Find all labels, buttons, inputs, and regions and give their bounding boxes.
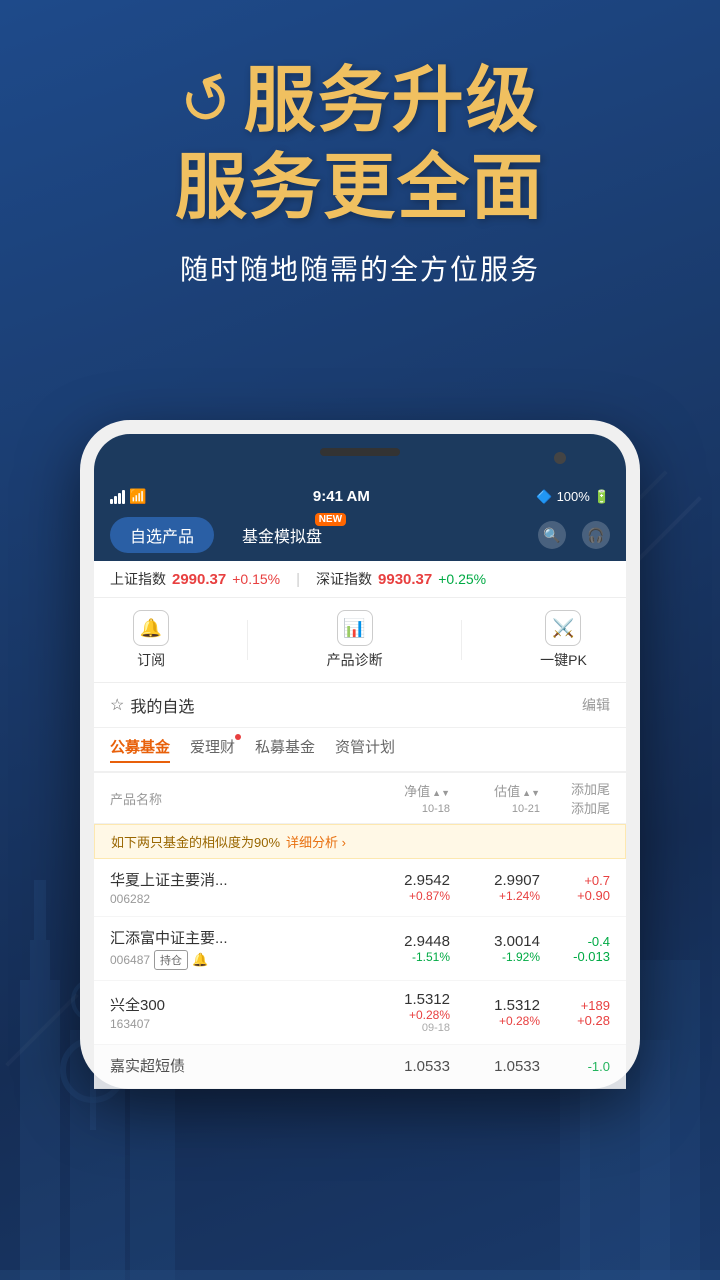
- watchlist-title: 我的自选: [130, 693, 194, 717]
- fund-code-3: 163407: [110, 1017, 150, 1031]
- pk-label: 一键PK: [540, 650, 587, 670]
- fund-row-1[interactable]: 华夏上证主要消... 006282 2.9542 +0.87% 2.9907 +…: [94, 859, 626, 917]
- hero-subtitle: 随时随地随需的全方位服务: [40, 248, 680, 288]
- fund-est-2: 3.0014 -1.92%: [450, 933, 540, 964]
- ticker-bar: 上证指数 2990.37 +0.15% | 深证指数 9930.37 +0.25…: [94, 561, 626, 598]
- hero-section: ↻ 服务升级 服务更全面 随时随地随需的全方位服务: [0, 60, 720, 288]
- wifi-icon: 📶: [129, 488, 146, 505]
- phone-mockup: 📶 9:41 AM 🔷 100% 🔋 自选产品 基金模拟盘 NEW 🔍 🎧: [80, 420, 640, 1089]
- cat-tab-simu[interactable]: 私募基金: [255, 736, 315, 763]
- col-nav-header: 净值▲▼ 10-18: [360, 781, 450, 815]
- alert-text: 如下两只基金的相似度为90%: [111, 832, 280, 851]
- fund-badge-2: 持仓: [154, 950, 188, 970]
- fund-code-2: 006487: [110, 953, 150, 967]
- sz-index-name: 深证指数: [316, 569, 372, 589]
- signal-icon: [110, 490, 125, 504]
- fund-action-1: +0.7 +0.90: [540, 873, 610, 903]
- fund-info-3: 兴全300 163407: [110, 994, 360, 1031]
- alert-link[interactable]: 详细分析 ›: [286, 832, 346, 851]
- fund-info-1: 华夏上证主要消... 006282: [110, 869, 360, 906]
- subscribe-label: 订阅: [137, 650, 165, 670]
- fund-code-1: 006282: [110, 892, 150, 906]
- fund-est-3: 1.5312 +0.28%: [450, 997, 540, 1028]
- battery-text: 100%: [557, 489, 590, 504]
- sz-index-value: 9930.37: [378, 571, 432, 588]
- fund-action-2: -0.4 -0.013: [540, 934, 610, 964]
- cat-tab-ailicai[interactable]: 爱理财: [190, 736, 235, 763]
- fund-action-3: +189 +0.28: [540, 998, 610, 1028]
- tab-fund-sim-label: 基金模拟盘: [242, 529, 322, 546]
- subscribe-icon: 🔔: [133, 610, 169, 646]
- sh-index-value: 2990.37: [172, 571, 226, 588]
- tab-fund-sim[interactable]: 基金模拟盘 NEW: [222, 517, 342, 553]
- search-icon[interactable]: 🔍: [538, 521, 566, 549]
- phone-speaker: [320, 448, 400, 456]
- cat-dot: [235, 734, 241, 740]
- fund-est-4: 1.0533: [450, 1058, 540, 1075]
- cat-tab-gongmu[interactable]: 公募基金: [110, 736, 170, 763]
- watchlist-header: ☆ 我的自选 编辑: [94, 683, 626, 728]
- hero-title-line1: 服务升级: [244, 60, 540, 143]
- action-divider-2: [461, 620, 462, 660]
- action-row: 🔔 订阅 📊 产品诊断 ⚔️ 一键PK: [94, 598, 626, 683]
- cat-tab-ziguan[interactable]: 资管计划: [335, 736, 395, 763]
- fund-name-4: 嘉实超短债: [110, 1055, 360, 1076]
- fund-nav-4: 1.0533: [360, 1058, 450, 1075]
- fund-nav-1: 2.9542 +0.87%: [360, 872, 450, 903]
- action-divider-1: [247, 620, 248, 660]
- fund-name-3: 兴全300: [110, 994, 360, 1015]
- fund-info-4: 嘉实超短债: [110, 1055, 360, 1078]
- tab-watchlist[interactable]: 自选产品: [110, 517, 214, 553]
- ticker-divider: |: [296, 571, 300, 588]
- col-est-header: 估值▲▼ 10-21: [450, 781, 540, 815]
- fund-est-1: 2.9907 +1.24%: [450, 872, 540, 903]
- sh-index-change: +0.15%: [232, 571, 280, 587]
- pk-icon: ⚔️: [545, 610, 581, 646]
- status-bar: 📶 9:41 AM 🔷 100% 🔋: [94, 484, 626, 509]
- fund-nav-2: 2.9448 -1.51%: [360, 933, 450, 964]
- fund-action-4: -1.0: [540, 1059, 610, 1074]
- phone-camera: [554, 452, 566, 464]
- diagnose-icon: 📊: [337, 610, 373, 646]
- pk-action[interactable]: ⚔️ 一键PK: [540, 610, 587, 670]
- tab-watchlist-label: 自选产品: [130, 529, 194, 546]
- col-add-header: 添加尾添加尾: [540, 779, 610, 817]
- sh-index-name: 上证指数: [110, 569, 166, 589]
- sz-index-change: +0.25%: [438, 571, 486, 587]
- diagnose-label: 产品诊断: [327, 650, 383, 670]
- battery-icon: 🔋: [594, 489, 610, 505]
- subscribe-action[interactable]: 🔔 订阅: [133, 610, 169, 670]
- new-badge: NEW: [315, 513, 346, 526]
- category-tabs: 公募基金 爱理财 私募基金 资管计划: [94, 728, 626, 773]
- diagnose-action[interactable]: 📊 产品诊断: [327, 610, 383, 670]
- fund-name-1: 华夏上证主要消...: [110, 869, 360, 890]
- hero-title-line2: 服务更全面: [40, 147, 680, 230]
- headset-icon[interactable]: 🎧: [582, 521, 610, 549]
- status-time: 9:41 AM: [313, 488, 370, 505]
- bell-icon-2: 🔔: [192, 952, 208, 968]
- bluetooth-icon: 🔷: [536, 489, 552, 505]
- fund-info-2: 汇添富中证主要... 006487 持仓 🔔: [110, 927, 360, 970]
- table-header: 产品名称 净值▲▼ 10-18 估值▲▼ 10-21 添加尾添加尾: [94, 773, 626, 824]
- fund-row-4[interactable]: 嘉实超短债 1.0533 1.0533 -1.0: [94, 1045, 626, 1089]
- fund-name-2: 汇添富中证主要...: [110, 927, 360, 948]
- fund-nav-3: 1.5312 +0.28% 09-18: [360, 991, 450, 1034]
- edit-button[interactable]: 编辑: [582, 695, 610, 715]
- arrow-icon: ↻: [171, 62, 243, 140]
- fund-row-2[interactable]: 汇添富中证主要... 006487 持仓 🔔 2.9448 -1.51% 3.0…: [94, 917, 626, 981]
- cat-tab-ailicai-label: 爱理财: [190, 739, 235, 756]
- fund-row-3[interactable]: 兴全300 163407 1.5312 +0.28% 09-18 1.5312 …: [94, 981, 626, 1045]
- watchlist-icon: ☆: [110, 695, 124, 715]
- col-name-header: 产品名称: [110, 789, 360, 808]
- alert-banner: 如下两只基金的相似度为90% 详细分析 ›: [94, 824, 626, 859]
- tab-bar: 自选产品 基金模拟盘 NEW 🔍 🎧: [94, 509, 626, 561]
